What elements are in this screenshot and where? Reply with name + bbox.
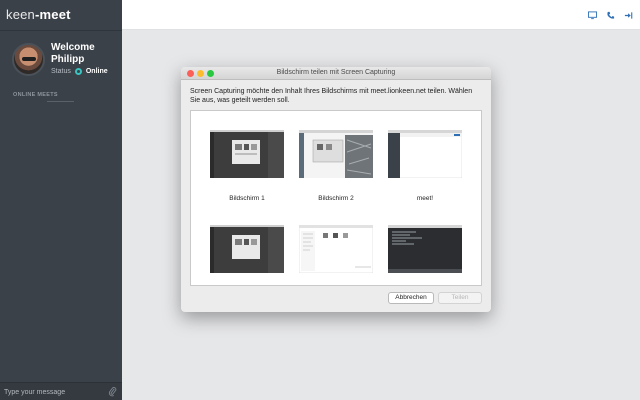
screen-share-icon[interactable] [588,11,597,20]
welcome-text: Welcome Philipp [51,42,95,66]
logo-text-bold: -meet [35,7,71,22]
paperclip-icon[interactable] [108,386,117,397]
app-root: keen-meet Welcome Philipp Status Online … [0,0,640,400]
online-meets-divider [47,101,74,102]
source-label: Bildschirm 2 [318,195,354,202]
status-label: Status [51,68,71,75]
logo-text-light: keen [6,7,35,22]
logout-icon[interactable] [624,11,633,20]
sidebar: keen-meet Welcome Philipp Status Online … [0,0,122,400]
status-indicator-icon [74,68,82,75]
message-input[interactable] [4,387,104,398]
user-name: Philipp [51,54,85,65]
online-meets-heading: ONLINE MEETS [13,92,58,98]
source-thumbnail-screen-2[interactable] [299,130,373,178]
top-bar [122,0,640,30]
status-row: Status Online [51,68,108,75]
dialog-description: Screen Capturing möchte den Inhalt Ihres… [190,88,473,104]
cancel-button[interactable]: Abbrechen [388,292,434,304]
avatar[interactable] [12,43,45,76]
screen-share-dialog: Bildschirm teilen mit Screen Capturing S… [181,67,491,312]
source-label: meet! [416,195,434,202]
status-value[interactable]: Online [86,68,108,75]
app-logo: keen-meet [6,7,71,22]
source-label: Bildschirm 1 [229,195,265,202]
source-picker-panel: Bildschirm 1 Bildschirm 2 meet! [190,110,482,286]
avatar-glasses [22,57,36,61]
welcome-line: Welcome [51,42,95,53]
phone-icon[interactable] [606,11,615,20]
source-thumbnail-terminal[interactable] [388,225,462,273]
share-button[interactable]: Teilen [438,292,482,304]
dialog-title: Bildschirm teilen mit Screen Capturing [276,69,396,76]
logo-divider [0,30,122,31]
dialog-titlebar[interactable]: Bildschirm teilen mit Screen Capturing [181,67,491,80]
message-bar [0,382,122,400]
source-thumbnail-screen-1[interactable] [210,130,284,178]
source-thumbnail-window-4[interactable] [210,225,284,273]
source-thumbnail-window-5[interactable] [299,225,373,273]
source-thumbnail-meet-window[interactable] [388,130,462,178]
